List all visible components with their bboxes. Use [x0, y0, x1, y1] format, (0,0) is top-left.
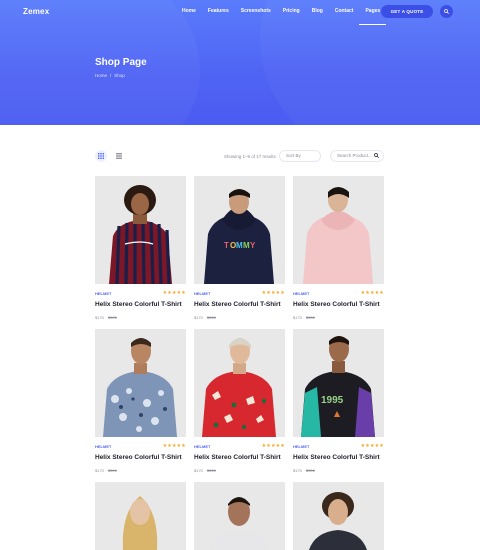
product-category[interactable]: HELMET	[95, 291, 111, 296]
list-view-button[interactable]	[113, 150, 125, 162]
search-icon	[444, 9, 449, 14]
nav-contact[interactable]: Contact	[329, 7, 360, 17]
product-card: HELMET ★★★★★ Helix Stereo Colorful T-Shi…	[95, 176, 186, 320]
rating-stars: ★★★★★	[162, 290, 186, 296]
product-prices: $170 $300	[95, 315, 117, 320]
product-title[interactable]: Helix Stereo Colorful T-Shirt	[293, 454, 380, 461]
breadcrumb-current: Shop	[114, 73, 125, 78]
product-card: HELMET ★★★★★ Helix Stereo Colorful T-Shi…	[194, 329, 285, 473]
product-card: HELMET ★★★★★ Helix Stereo Colorful T-Shi…	[293, 176, 384, 320]
sort-select[interactable]: Sort By	[279, 150, 321, 162]
product-price: $170	[194, 315, 203, 320]
product-card	[194, 482, 285, 550]
product-price: $170	[293, 315, 302, 320]
product-old-price: $300	[107, 468, 117, 473]
product-search-input[interactable]: Search Product...	[330, 150, 384, 162]
get-a-quote-button[interactable]: GET A QUOTE	[381, 5, 433, 18]
rating-stars: ★★★★★	[162, 443, 186, 449]
product-meta: HELMET ★★★★★	[95, 443, 186, 450]
product-old-price: $300	[206, 468, 216, 473]
product-prices: $170 $300	[194, 315, 216, 320]
product-card: 1995 HELMET ★★★★★ Helix Stereo Colorful …	[293, 329, 384, 473]
svg-text:T: T	[224, 241, 229, 250]
product-old-price: $300	[206, 315, 216, 320]
main-nav: Home Features Screenshots Pricing Blog C…	[176, 7, 386, 25]
product-category[interactable]: HELMET	[95, 444, 111, 449]
product-prices: $170 $300	[194, 468, 216, 473]
product-prices: $170 $300	[293, 468, 315, 473]
site-logo[interactable]: Zemex	[23, 7, 49, 16]
breadcrumb-separator: /	[110, 73, 112, 78]
hero-banner: Zemex Home Features Screenshots Pricing …	[0, 0, 480, 125]
product-price: $170	[194, 468, 203, 473]
nav-features[interactable]: Features	[202, 7, 235, 17]
page-title: Shop Page	[95, 57, 147, 68]
product-category[interactable]: HELMET	[293, 444, 309, 449]
product-title[interactable]: Helix Stereo Colorful T-Shirt	[95, 454, 182, 461]
search-placeholder: Search Product...	[337, 153, 372, 158]
grid-icon	[98, 153, 104, 159]
rating-stars: ★★★★★	[360, 290, 384, 296]
product-price: $170	[95, 315, 104, 320]
svg-text:M: M	[236, 241, 243, 250]
nav-pricing[interactable]: Pricing	[277, 7, 306, 17]
product-title[interactable]: Helix Stereo Colorful T-Shirt	[293, 301, 380, 308]
product-category[interactable]: HELMET	[194, 444, 210, 449]
product-old-price: $300	[305, 315, 315, 320]
list-icon	[116, 153, 122, 159]
product-meta: HELMET ★★★★★	[194, 290, 285, 297]
product-card: HELMET ★★★★★ Helix Stereo Colorful T-Shi…	[95, 329, 186, 473]
breadcrumb-home[interactable]: Home	[95, 73, 107, 78]
nav-home[interactable]: Home	[176, 7, 202, 17]
product-meta: HELMET ★★★★★	[95, 290, 186, 297]
svg-text:1995: 1995	[321, 395, 344, 406]
nav-screenshots[interactable]: Screenshots	[235, 7, 277, 17]
svg-text:M: M	[243, 241, 250, 250]
product-card	[95, 482, 186, 550]
product-image[interactable]	[194, 482, 285, 550]
hero-decor-shape	[260, 0, 480, 125]
product-image[interactable]	[293, 482, 384, 550]
product-old-price: $300	[107, 315, 117, 320]
search-icon	[374, 153, 379, 158]
product-image[interactable]	[95, 329, 186, 437]
product-card: T O M M Y HELMET ★★★★★ Helix Stereo Colo…	[194, 176, 285, 320]
product-image[interactable]: T O M M Y	[194, 176, 285, 284]
rating-stars: ★★★★★	[261, 290, 285, 296]
nav-blog[interactable]: Blog	[306, 7, 329, 17]
product-old-price: $300	[305, 468, 315, 473]
product-title[interactable]: Helix Stereo Colorful T-Shirt	[95, 301, 182, 308]
product-meta: HELMET ★★★★★	[293, 443, 384, 450]
product-meta: HELMET ★★★★★	[293, 290, 384, 297]
rating-stars: ★★★★★	[360, 443, 384, 449]
product-meta: HELMET ★★★★★	[194, 443, 285, 450]
product-price: $170	[293, 468, 302, 473]
product-prices: $170 $300	[95, 468, 117, 473]
results-count: Showing 1–9 of 17 results	[224, 154, 276, 159]
header-search-button[interactable]	[440, 5, 453, 18]
grid-view-button[interactable]	[95, 150, 107, 162]
product-title[interactable]: Helix Stereo Colorful T-Shirt	[194, 301, 281, 308]
svg-text:Y: Y	[250, 241, 256, 250]
product-image[interactable]	[194, 329, 285, 437]
product-title[interactable]: Helix Stereo Colorful T-Shirt	[194, 454, 281, 461]
product-category[interactable]: HELMET	[293, 291, 309, 296]
product-image[interactable]	[95, 176, 186, 284]
product-image[interactable]: 1995	[293, 329, 384, 437]
product-card	[293, 482, 384, 550]
breadcrumb: Home / Shop	[95, 73, 125, 78]
rating-stars: ★★★★★	[261, 443, 285, 449]
product-image[interactable]	[293, 176, 384, 284]
product-price: $170	[95, 468, 104, 473]
product-category[interactable]: HELMET	[194, 291, 210, 296]
product-prices: $170 $300	[293, 315, 315, 320]
product-image[interactable]	[95, 482, 186, 550]
